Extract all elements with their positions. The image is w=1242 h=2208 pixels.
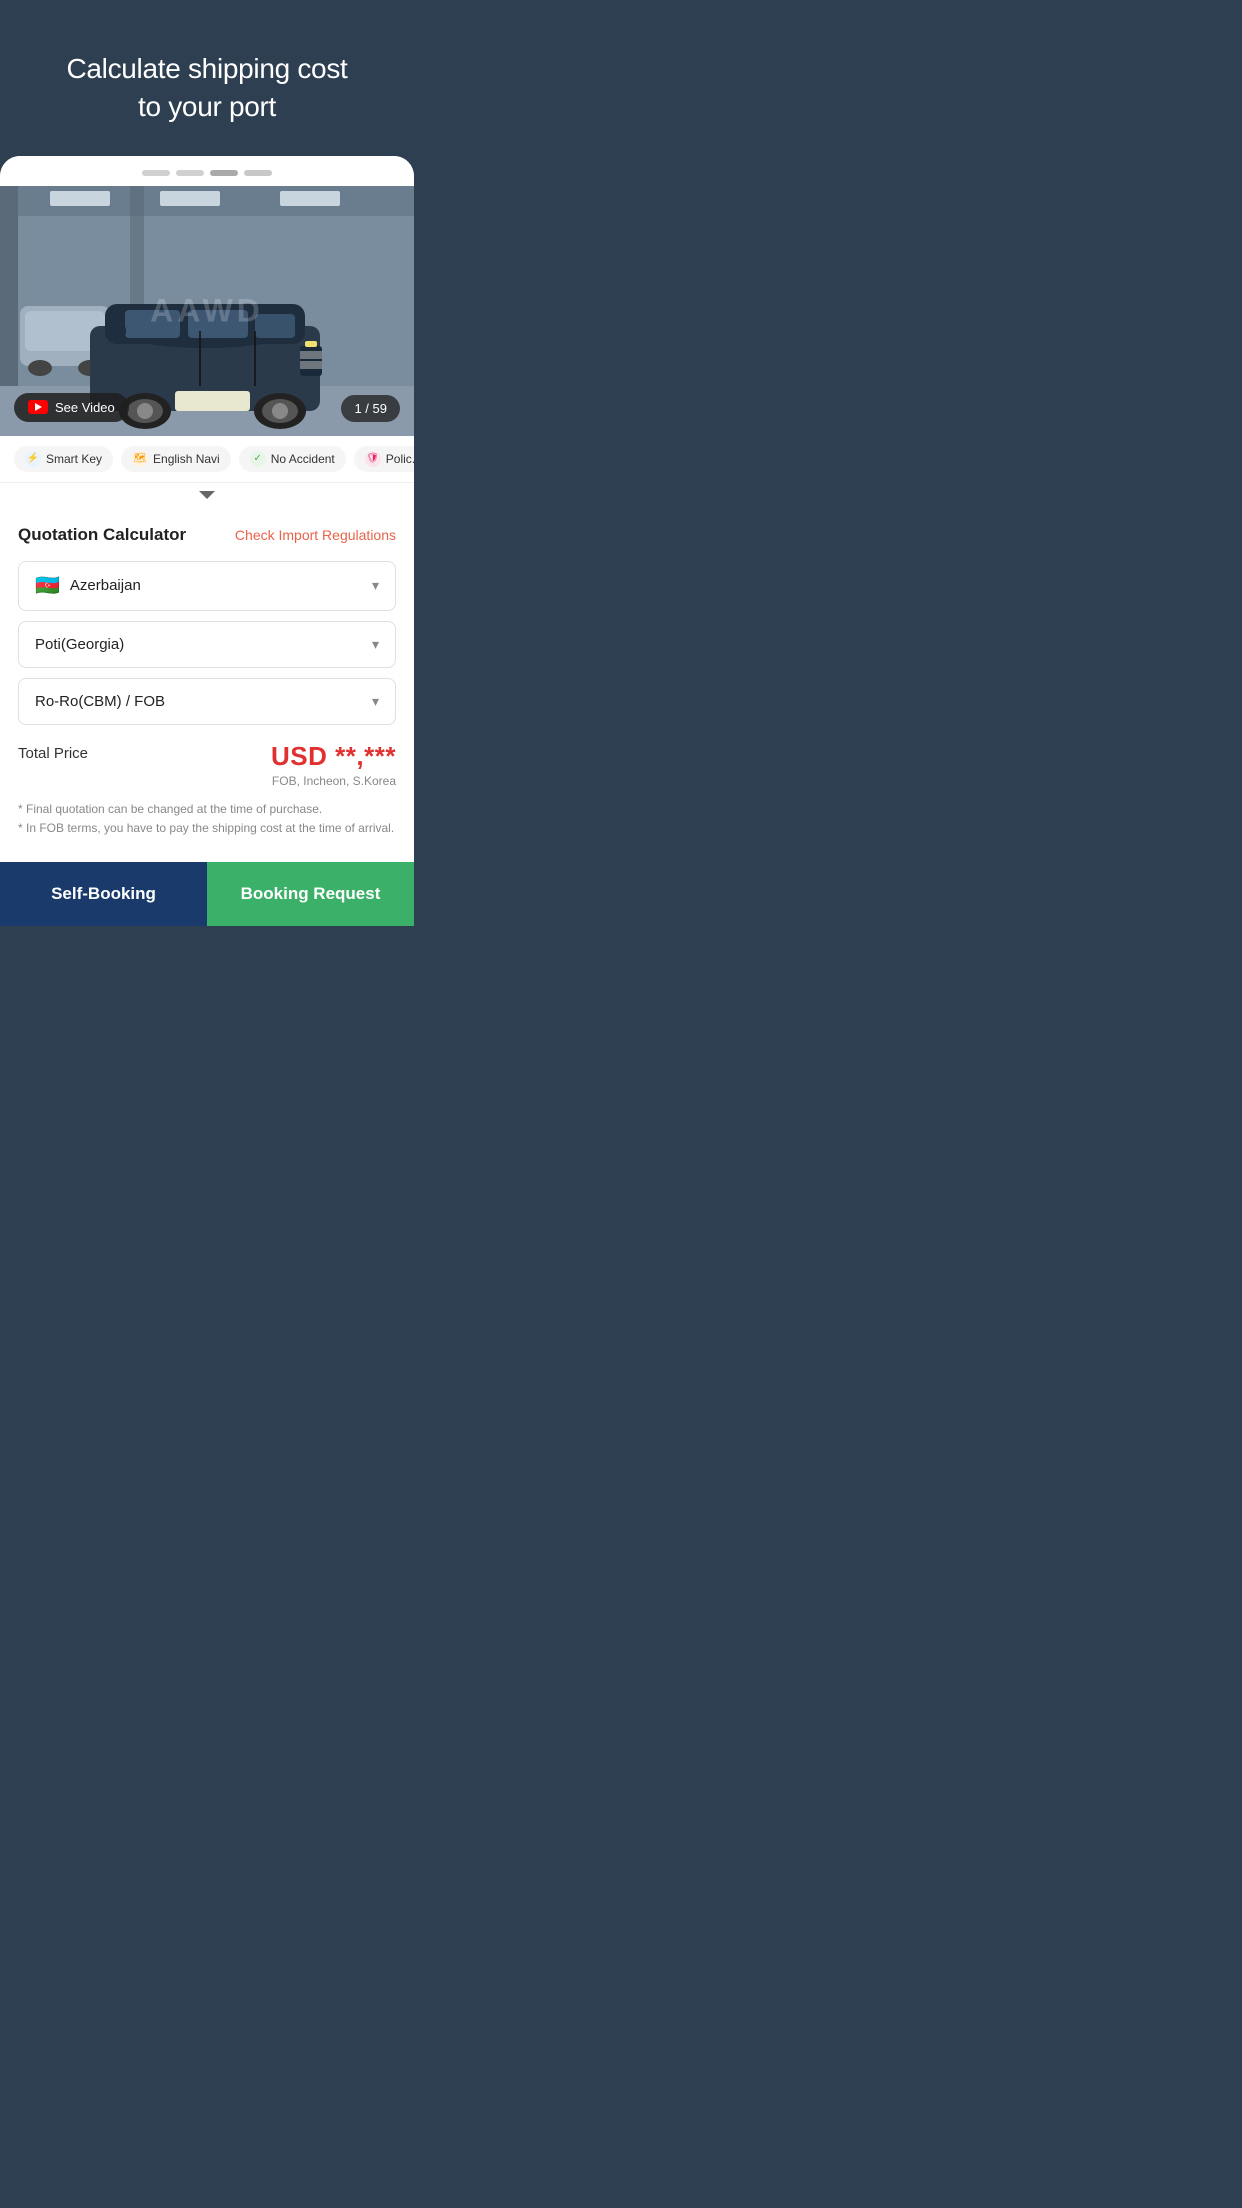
dot-2: [176, 170, 204, 176]
dot-4: [244, 170, 272, 176]
price-value: USD **,***: [271, 741, 396, 772]
total-price-label: Total Price: [18, 741, 88, 762]
polic-label: Polic...: [386, 452, 414, 466]
feature-tag-smartkey: ⚡ Smart Key: [14, 446, 113, 472]
dot-3: [210, 170, 238, 176]
bottom-buttons: Self-Booking Booking Request: [0, 862, 414, 926]
navi-label: English Navi: [153, 452, 220, 466]
pagination-dots: [0, 156, 414, 186]
expand-row[interactable]: [0, 483, 414, 507]
card-inner: AAWD See Video 1 / 59 ⚡ Smart Key 🗺 Engl…: [0, 156, 414, 862]
country-dropdown[interactable]: 🇦🇿 Azerbaijan ▾: [18, 561, 396, 611]
price-currency: USD: [271, 741, 327, 771]
page-header: Calculate shipping cost to your port: [0, 0, 414, 156]
price-masked: **,***: [335, 741, 396, 771]
see-video-button[interactable]: See Video: [14, 393, 129, 422]
footnote: * Final quotation can be changed at the …: [18, 800, 396, 838]
expand-chevron-icon: [199, 491, 215, 499]
noaccident-icon: ✓: [250, 451, 266, 467]
feature-tag-noaccident: ✓ No Accident: [239, 446, 346, 472]
footnote-line-1: * Final quotation can be changed at the …: [18, 800, 396, 819]
polic-icon: 🛡: [365, 451, 381, 467]
youtube-icon: [28, 400, 48, 414]
car-image: AAWD See Video 1 / 59: [0, 186, 414, 436]
shipping-dropdown-left: Ro-Ro(CBM) / FOB: [35, 693, 165, 710]
port-dropdown-left: Poti(Georgia): [35, 636, 124, 653]
feature-tag-navi: 🗺 English Navi: [121, 446, 231, 472]
total-price-row: Total Price USD **,*** FOB, Incheon, S.K…: [18, 741, 396, 788]
card-container: AAWD See Video 1 / 59 ⚡ Smart Key 🗺 Engl…: [0, 156, 414, 862]
footnote-line-2: * In FOB terms, you have to pay the ship…: [18, 819, 396, 838]
shipping-dropdown[interactable]: Ro-Ro(CBM) / FOB ▾: [18, 678, 396, 725]
price-value-container: USD **,*** FOB, Incheon, S.Korea: [271, 741, 396, 788]
port-value: Poti(Georgia): [35, 636, 124, 653]
country-dropdown-left: 🇦🇿 Azerbaijan: [35, 576, 141, 596]
self-booking-button[interactable]: Self-Booking: [0, 862, 207, 926]
check-import-link[interactable]: Check Import Regulations: [235, 527, 396, 543]
price-sub-label: FOB, Incheon, S.Korea: [271, 774, 396, 788]
shipping-value: Ro-Ro(CBM) / FOB: [35, 693, 165, 710]
play-triangle: [35, 403, 42, 411]
quotation-title: Quotation Calculator: [18, 525, 186, 545]
smartkey-label: Smart Key: [46, 452, 102, 466]
navi-icon: 🗺: [132, 451, 148, 467]
dot-1: [142, 170, 170, 176]
feature-tag-polic: 🛡 Polic...: [354, 446, 414, 472]
quotation-section: Quotation Calculator Check Import Regula…: [0, 507, 414, 862]
quotation-header: Quotation Calculator Check Import Regula…: [18, 525, 396, 545]
feature-tags-row: ⚡ Smart Key 🗺 English Navi ✓ No Accident…: [0, 436, 414, 483]
shipping-chevron-icon: ▾: [372, 693, 379, 710]
noaccident-label: No Accident: [271, 452, 335, 466]
smartkey-icon: ⚡: [25, 451, 41, 467]
see-video-label: See Video: [55, 400, 115, 415]
country-flag: 🇦🇿: [35, 576, 60, 596]
port-chevron-icon: ▾: [372, 636, 379, 653]
port-dropdown[interactable]: Poti(Georgia) ▾: [18, 621, 396, 668]
country-value: Azerbaijan: [70, 577, 141, 594]
page-title: Calculate shipping cost to your port: [30, 50, 384, 126]
country-chevron-icon: ▾: [372, 577, 379, 594]
booking-request-button[interactable]: Booking Request: [207, 862, 414, 926]
image-counter: 1 / 59: [341, 395, 400, 422]
car-watermark: AAWD: [150, 292, 264, 329]
